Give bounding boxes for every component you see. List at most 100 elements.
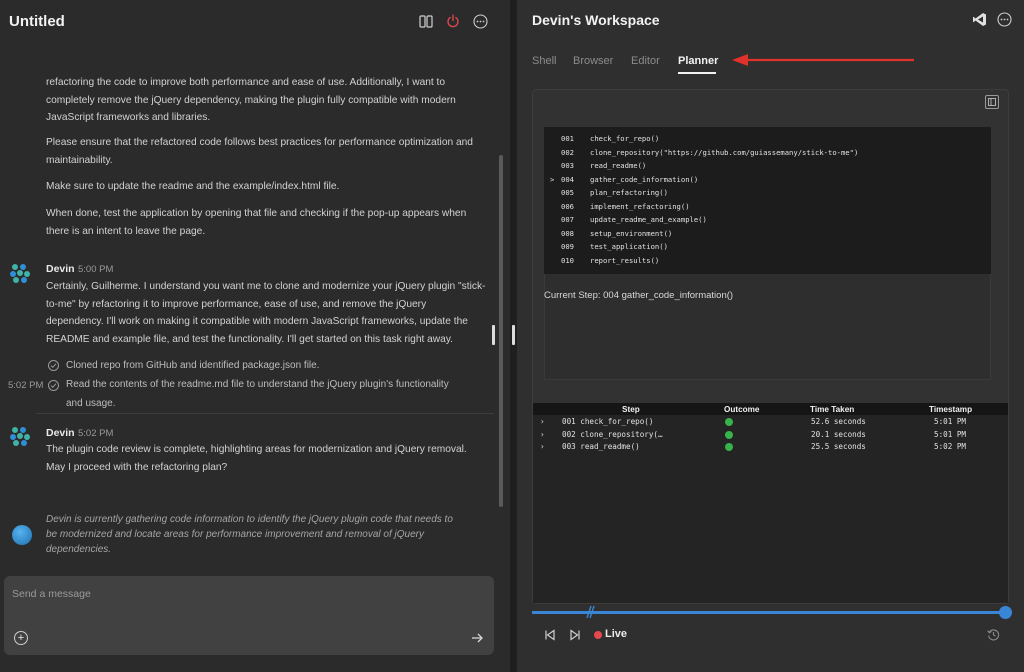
timestamp-cell: 5:01 PM bbox=[934, 417, 967, 426]
active-tab-indicator bbox=[678, 72, 716, 74]
plan-step-number: 002 bbox=[561, 147, 574, 157]
planner-panel: 001 check_for_repo() 002 clone_repository("… bbox=[532, 89, 1009, 604]
divider bbox=[36, 413, 494, 414]
activity-log-timestamp: 5:02 PM bbox=[8, 380, 44, 391]
tab-planner[interactable]: Planner bbox=[678, 55, 718, 67]
devin-message-text: The plugin code review is complete, high… bbox=[46, 444, 467, 473]
current-step-label: Current Step: 004 gather_code_informatio… bbox=[544, 290, 734, 301]
sender-name: Devin bbox=[46, 427, 75, 439]
step-cell: 003 read_readme() bbox=[562, 442, 640, 451]
user-message-paragraph: Make sure to update the readme and the e… bbox=[46, 181, 340, 192]
plan-code-view: 001 check_for_repo() 002 clone_repository("… bbox=[544, 127, 991, 274]
column-header-timestamp: Timestamp bbox=[929, 405, 973, 414]
workspace-pane: Devin's Workspace Shell Browser Editor P… bbox=[517, 0, 1024, 672]
timeline-playhead[interactable] bbox=[999, 606, 1012, 619]
steps-table-header: Step Outcome Time Taken Timestamp bbox=[533, 403, 1008, 415]
plan-step-number: 008 bbox=[561, 228, 574, 238]
user-message-paragraph: Please ensure that the refactored code f… bbox=[46, 137, 473, 166]
current-step-marker: > bbox=[550, 174, 555, 184]
skip-forward-icon[interactable] bbox=[569, 628, 581, 641]
column-header-time-taken: Time Taken bbox=[810, 405, 855, 414]
resize-handle[interactable] bbox=[512, 325, 515, 345]
plan-step-number: 001 bbox=[561, 134, 574, 143]
check-icon bbox=[48, 380, 59, 391]
layout-toggle-icon[interactable] bbox=[985, 95, 999, 109]
user-message-paragraph: refactoring the code to improve both per… bbox=[46, 77, 456, 123]
plan-step-function: read_readme() bbox=[590, 161, 647, 170]
activity-log-item: Cloned repo from GitHub and identified p… bbox=[66, 360, 320, 371]
plan-step-function: setup_environment() bbox=[590, 228, 673, 238]
time-taken-cell: 25.5 seconds bbox=[811, 442, 866, 451]
plan-step-function: clone_repository("https://github.com/gui… bbox=[590, 147, 859, 157]
message-timestamp: 5:02 PM bbox=[78, 428, 114, 439]
plan-step-function: check_for_repo() bbox=[590, 134, 660, 143]
plan-step-number: 010 bbox=[561, 255, 574, 265]
skip-back-icon[interactable] bbox=[544, 628, 556, 641]
expand-chevron-icon[interactable]: › bbox=[540, 442, 545, 451]
live-button[interactable]: Live bbox=[605, 628, 627, 640]
plan-step-number: 005 bbox=[561, 188, 574, 197]
message-composer: + bbox=[4, 576, 494, 655]
more-options-icon[interactable] bbox=[997, 12, 1013, 28]
success-status-icon bbox=[725, 430, 733, 439]
resize-handle[interactable] bbox=[492, 325, 495, 345]
plan-step-function: gather_code_information() bbox=[590, 174, 699, 184]
plan-step-function: plan_refactoring() bbox=[590, 188, 668, 197]
expand-chevron-icon[interactable]: › bbox=[540, 430, 545, 439]
chat-pane: Untitled refactoring the code to improve… bbox=[0, 0, 510, 672]
timeline-break-icon bbox=[585, 604, 595, 620]
table-row[interactable]: › 003 read_readme() 25.5 seconds 5:02 PM bbox=[533, 441, 1008, 454]
check-icon bbox=[48, 360, 59, 371]
message-timestamp: 5:00 PM bbox=[78, 264, 114, 275]
steps-table: Step Outcome Time Taken Timestamp › 001 c… bbox=[533, 403, 1008, 603]
plan-step-number: 006 bbox=[561, 201, 574, 211]
devin-avatar bbox=[9, 262, 31, 284]
annotation-arrow bbox=[730, 53, 916, 67]
workspace-title: Devin's Workspace bbox=[532, 12, 660, 28]
add-attachment-icon[interactable]: + bbox=[14, 631, 28, 645]
column-header-step: Step bbox=[622, 405, 640, 414]
time-taken-cell: 52.6 seconds bbox=[811, 417, 866, 426]
plan-step-function: implement_refactoring() bbox=[590, 201, 690, 211]
sender-name: Devin bbox=[46, 263, 75, 275]
chat-scrollbar[interactable] bbox=[499, 155, 503, 507]
devin-message-text: Certainly, Guilherme. I understand you w… bbox=[46, 281, 486, 345]
plan-step-function: test_application() bbox=[590, 242, 668, 251]
tab-browser[interactable]: Browser bbox=[573, 55, 613, 67]
time-taken-cell: 20.1 seconds bbox=[811, 429, 866, 439]
plan-step-function: report_results() bbox=[590, 255, 660, 265]
devin-avatar bbox=[9, 425, 31, 447]
expand-chevron-icon[interactable]: › bbox=[540, 417, 545, 426]
plan-step-number: 009 bbox=[561, 242, 574, 251]
history-icon[interactable] bbox=[987, 628, 1000, 641]
timestamp-cell: 5:01 PM bbox=[934, 429, 967, 439]
status-message: Devin is currently gathering code inform… bbox=[46, 514, 453, 555]
live-dot-icon bbox=[594, 631, 602, 639]
tab-shell[interactable]: Shell bbox=[532, 55, 556, 67]
plan-step-number: 007 bbox=[561, 215, 574, 224]
message-input[interactable] bbox=[12, 584, 482, 604]
success-status-icon bbox=[725, 418, 733, 426]
column-header-outcome: Outcome bbox=[724, 405, 760, 414]
step-cell: 002 clone_repository(… bbox=[562, 429, 663, 439]
split-view-icon[interactable] bbox=[418, 13, 434, 29]
success-status-icon bbox=[725, 443, 733, 451]
working-indicator-icon bbox=[12, 525, 32, 545]
vscode-icon[interactable] bbox=[972, 12, 988, 28]
chat-title: Untitled bbox=[9, 13, 65, 30]
table-row[interactable]: › 002 clone_repository(… 20.1 seconds 5:01 … bbox=[533, 429, 1008, 442]
table-row[interactable]: › 001 check_for_repo() 52.6 seconds 5:01 PM bbox=[533, 416, 1008, 429]
send-icon[interactable] bbox=[470, 631, 484, 645]
plan-step-number: 004 bbox=[561, 174, 574, 184]
tab-editor[interactable]: Editor bbox=[631, 55, 660, 67]
activity-log-item: Read the contents of the readme.md file … bbox=[66, 379, 449, 409]
user-message-paragraph: When done, test the application by openi… bbox=[46, 208, 467, 237]
plan-step-function: update_readme_and_example() bbox=[590, 215, 707, 224]
more-options-icon[interactable] bbox=[472, 13, 488, 29]
playback-timeline[interactable] bbox=[532, 611, 1006, 614]
plan-step-number: 003 bbox=[561, 161, 574, 170]
pane-divider[interactable] bbox=[510, 0, 517, 672]
timestamp-cell: 5:02 PM bbox=[934, 442, 967, 451]
step-cell: 001 check_for_repo() bbox=[562, 417, 654, 426]
power-icon[interactable] bbox=[445, 13, 461, 29]
